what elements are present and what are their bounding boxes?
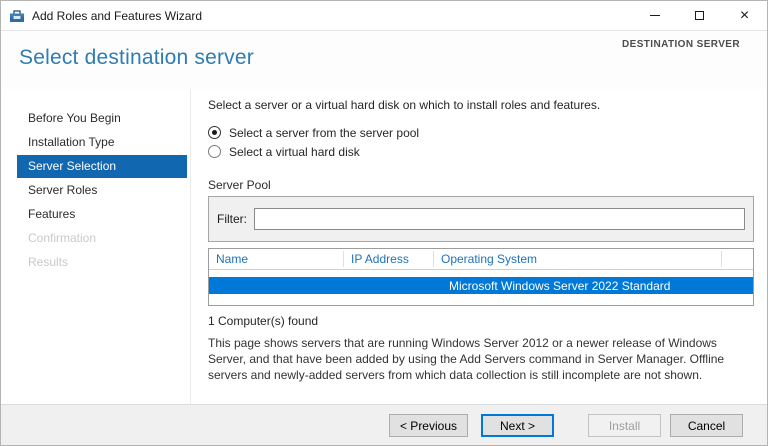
wizard-body: Before You Begin Installation Type Server … bbox=[1, 89, 767, 406]
maximize-icon bbox=[695, 11, 704, 20]
table-header-row: Name IP Address Operating System bbox=[209, 249, 753, 270]
minimize-icon bbox=[649, 15, 660, 16]
minimize-button[interactable] bbox=[632, 1, 677, 31]
cancel-button[interactable]: Cancel bbox=[670, 414, 743, 437]
sidebar-item-results: Results bbox=[28, 255, 69, 269]
server-source-radio-group: Select a server from the server pool Sele… bbox=[208, 123, 754, 161]
sidebar-item-server-roles[interactable]: Server Roles bbox=[17, 179, 187, 202]
destination-server-label: DESTINATION SERVER bbox=[622, 39, 740, 50]
app-icon bbox=[9, 8, 25, 24]
server-pool-row[interactable]: Microsoft Windows Server 2022 Standard bbox=[209, 277, 753, 294]
cell-operating-system: Microsoft Windows Server 2022 Standard bbox=[449, 278, 671, 293]
wizard-window: Add Roles and Features Wizard × Select d… bbox=[0, 0, 768, 446]
radio-unselected-icon[interactable] bbox=[208, 145, 221, 158]
wizard-steps-sidebar: Before You Begin Installation Type Server … bbox=[1, 89, 191, 406]
wizard-footer: < Previous Next > Install Cancel bbox=[1, 404, 767, 445]
radio-option-label: Select a virtual hard disk bbox=[229, 144, 360, 159]
sidebar-item-installation-type[interactable]: Installation Type bbox=[17, 131, 187, 154]
computers-found-text: 1 Computer(s) found bbox=[208, 314, 319, 328]
close-icon: × bbox=[739, 6, 750, 24]
sidebar-item-before-you-begin[interactable]: Before You Begin bbox=[17, 107, 187, 130]
footer-buttons: < Previous Next > Install Cancel bbox=[380, 414, 743, 437]
column-header-name[interactable]: Name bbox=[209, 251, 344, 267]
radio-option-label: Select a server from the server pool bbox=[229, 125, 420, 140]
previous-button[interactable]: < Previous bbox=[388, 414, 468, 437]
sidebar-item-features[interactable]: Features bbox=[17, 203, 187, 226]
sidebar-item-server-selection[interactable]: Server Selection bbox=[17, 155, 187, 178]
wizard-header: Select destination server DESTINATION SE… bbox=[1, 31, 767, 89]
next-button[interactable]: Next > bbox=[481, 414, 554, 437]
instruction-text: Select a server or a virtual hard disk o… bbox=[208, 98, 601, 112]
column-header-filler bbox=[722, 251, 753, 267]
close-button[interactable]: × bbox=[722, 1, 767, 31]
install-button: Install bbox=[588, 414, 661, 437]
page-title: Select destination server bbox=[19, 46, 254, 69]
page-content: Select a server or a virtual hard disk o… bbox=[191, 89, 767, 406]
window-controls: × bbox=[632, 1, 767, 31]
radio-option-select-a-virtual-hard-disk[interactable]: Select a virtual hard disk bbox=[208, 142, 754, 161]
filter-input[interactable] bbox=[254, 208, 745, 230]
page-description: This page shows servers that are running… bbox=[208, 336, 725, 382]
maximize-button[interactable] bbox=[677, 1, 722, 31]
column-header-ip-address[interactable]: IP Address bbox=[344, 251, 434, 267]
server-pool-filter-box: Filter: bbox=[208, 196, 754, 242]
column-header-operating-system[interactable]: Operating System bbox=[434, 251, 722, 267]
filter-label: Filter: bbox=[217, 212, 247, 226]
server-pool-table: Name IP Address Operating System Microsoft… bbox=[208, 248, 754, 306]
radio-selected-icon[interactable] bbox=[208, 126, 221, 139]
server-pool-label: Server Pool bbox=[208, 178, 271, 192]
window-title: Add Roles and Features Wizard bbox=[32, 8, 203, 23]
title-bar: Add Roles and Features Wizard × bbox=[1, 1, 767, 31]
radio-option-select-a-server-from-the-server-pool[interactable]: Select a server from the server pool bbox=[208, 123, 754, 142]
table-body: Microsoft Windows Server 2022 Standard bbox=[209, 270, 753, 294]
sidebar-item-confirmation: Confirmation bbox=[28, 231, 97, 245]
